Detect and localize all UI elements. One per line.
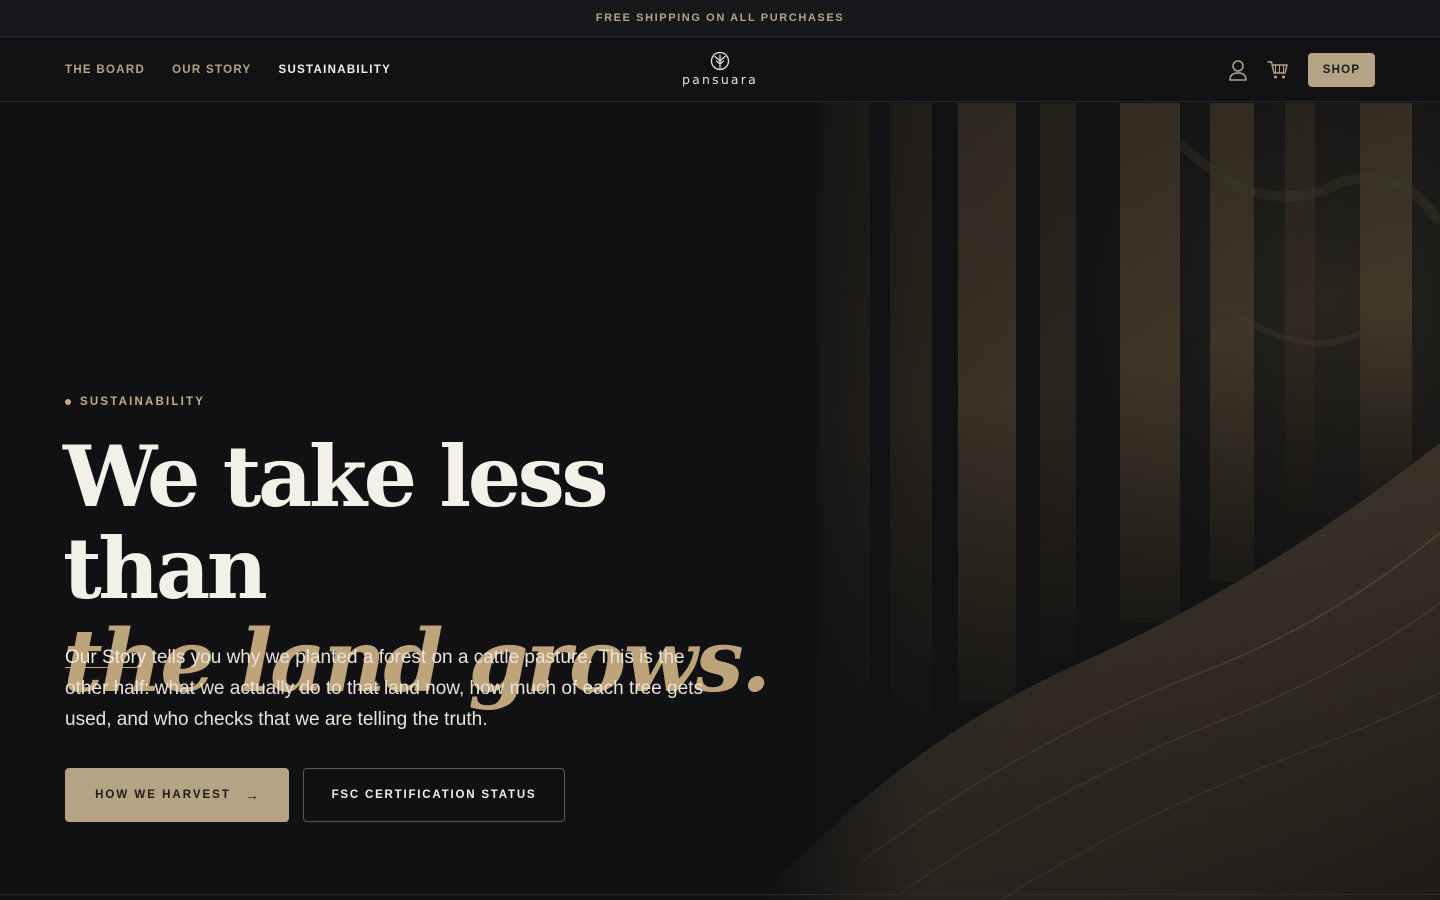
how-we-harvest-label: HOW WE HARVEST [95, 789, 231, 801]
shop-button[interactable]: SHOP [1308, 52, 1375, 87]
section-divider [0, 894, 1440, 895]
tree-logo-icon [710, 51, 730, 71]
hero-section: SUSTAINABILITY We take less than the lan… [0, 103, 1440, 900]
announcement-text: FREE SHIPPING ON ALL PURCHASES [595, 12, 845, 24]
section-eyebrow: SUSTAINABILITY [65, 396, 205, 408]
eyebrow-label: SUSTAINABILITY [80, 396, 206, 408]
header-actions: SHOP [1226, 37, 1375, 102]
headline-line-1: We take less than [63, 427, 609, 618]
nav-item-the-board[interactable]: THE BOARD [65, 64, 145, 76]
nav-item-sustainability[interactable]: SUSTAINABILITY [279, 64, 392, 76]
nav-item-our-story[interactable]: OUR STORY [172, 64, 251, 76]
lede-text: tells you why we planted a forest on a c… [65, 647, 703, 730]
arrow-right-icon: → [244, 787, 259, 803]
announcement-bar: FREE SHIPPING ON ALL PURCHASES [0, 0, 1440, 37]
main-nav: THE BOARD OUR STORY SUSTAINABILITY [65, 37, 391, 102]
brand-logo[interactable]: pansuara [670, 51, 770, 91]
eyebrow-dot [65, 399, 71, 405]
how-we-harvest-button[interactable]: HOW WE HARVEST → [65, 768, 289, 822]
our-story-link[interactable]: Our Story [65, 647, 146, 668]
site-header: THE BOARD OUR STORY SUSTAINABILITY pansu… [0, 37, 1440, 102]
cart-icon[interactable] [1266, 58, 1290, 82]
user-icon[interactable] [1226, 58, 1250, 82]
fsc-certification-button[interactable]: FSC CERTIFICATION STATUS [303, 768, 565, 822]
hero-cta-group: HOW WE HARVEST → FSC CERTIFICATION STATU… [65, 768, 565, 822]
brand-name: pansuara [681, 72, 758, 87]
hero-lede: Our Story tells you why we planted a for… [65, 642, 705, 735]
fsc-certification-label: FSC CERTIFICATION STATUS [331, 789, 537, 801]
